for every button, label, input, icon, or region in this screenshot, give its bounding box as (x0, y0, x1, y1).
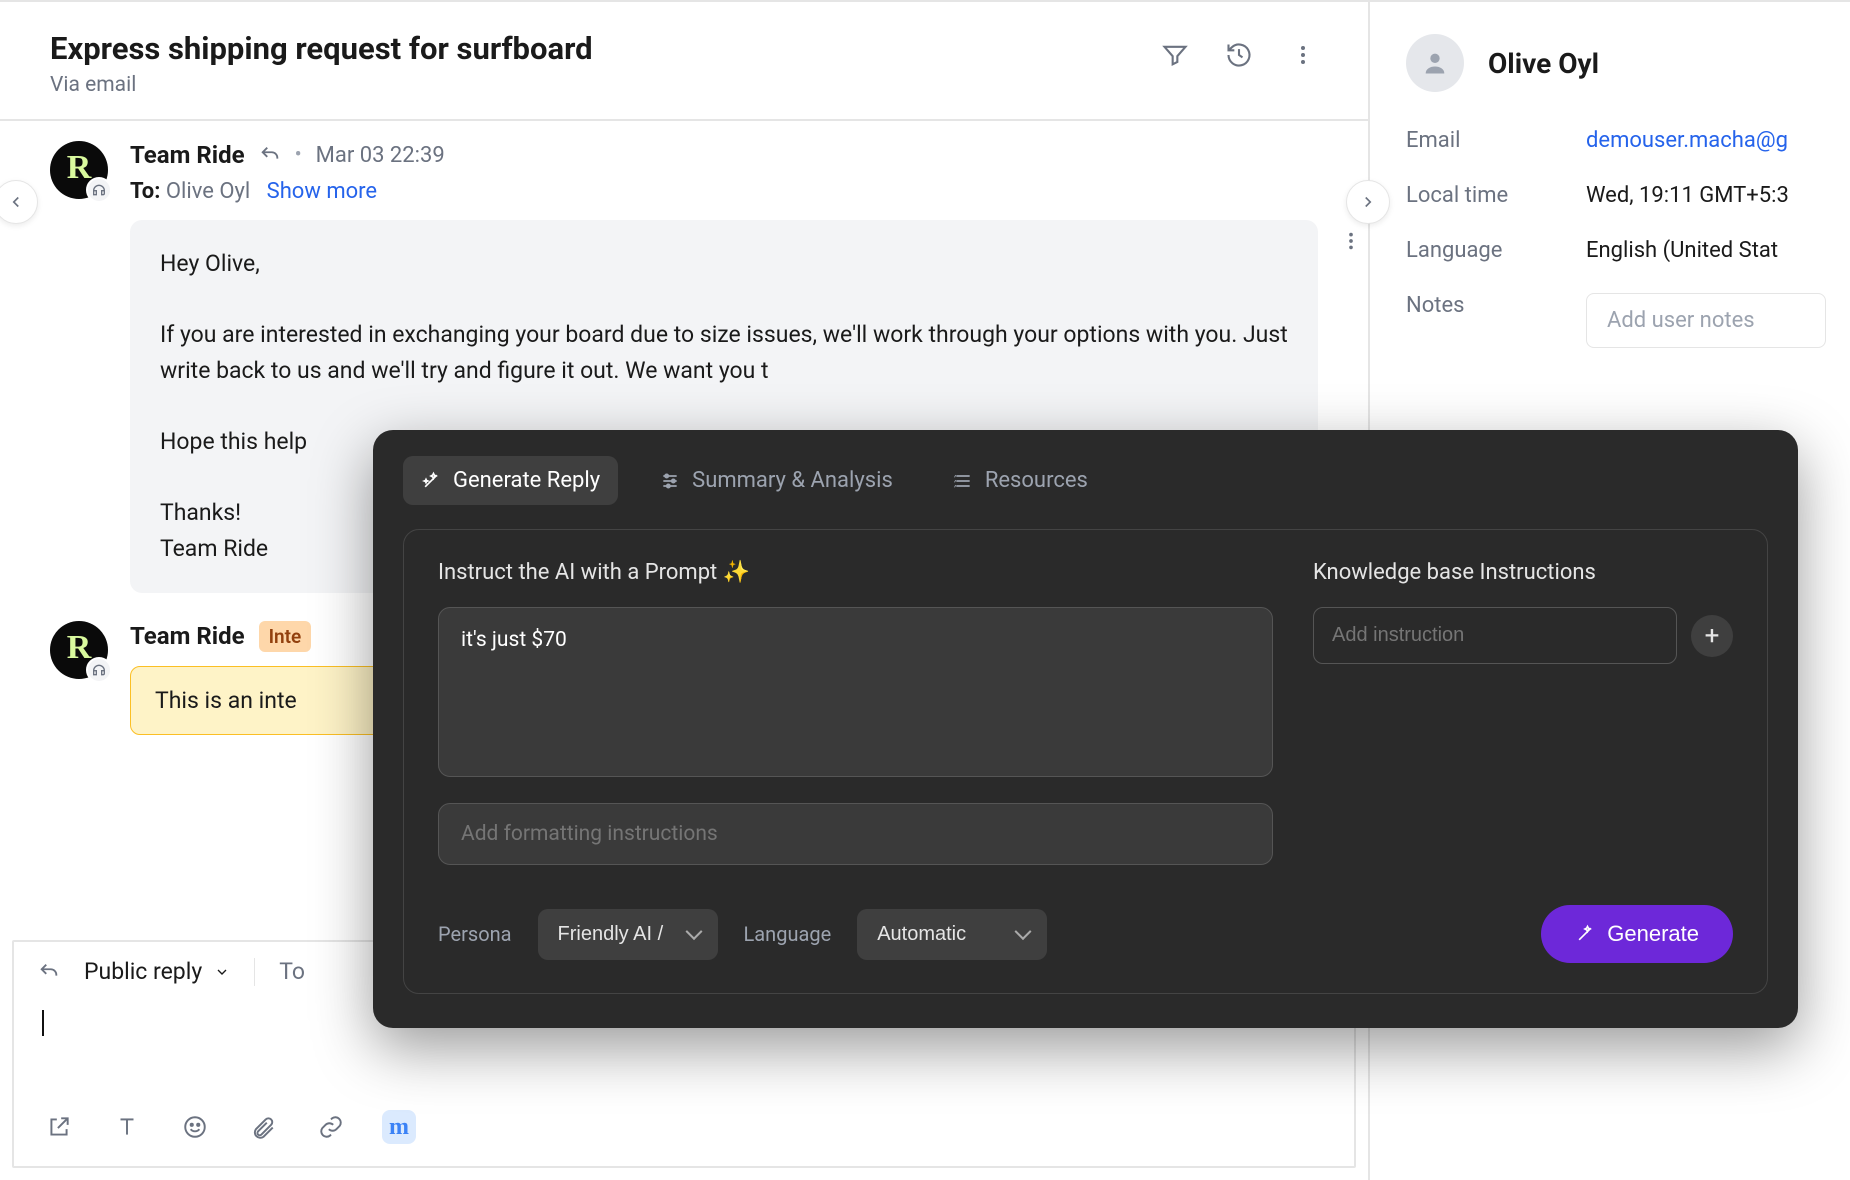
prompt-input[interactable]: it's just $70 (438, 607, 1273, 777)
text-format-icon[interactable] (110, 1110, 144, 1144)
tab-generate-reply[interactable]: Generate Reply (403, 456, 618, 505)
localtime-value: Wed, 19:11 GMT+5:3 (1586, 183, 1789, 208)
more-vertical-icon[interactable] (1288, 40, 1318, 70)
wand-icon (421, 471, 441, 491)
conversation-header: Express shipping request for surfboard V… (0, 2, 1368, 121)
headset-icon (86, 657, 112, 683)
tab-label: Resources (985, 468, 1088, 493)
tab-label: Summary & Analysis (692, 468, 893, 493)
history-icon[interactable] (1224, 40, 1254, 70)
separator-dot: • (295, 143, 302, 167)
sliders-icon (660, 471, 680, 491)
avatar-glyph: R (67, 629, 92, 667)
conversation-title: Express shipping request for surfboard (50, 30, 593, 67)
tab-summary-analysis[interactable]: Summary & Analysis (642, 456, 911, 505)
notes-placeholder: Add user notes (1607, 308, 1755, 333)
headset-icon (86, 177, 112, 203)
wand-icon (1575, 924, 1595, 944)
email-value[interactable]: demouser.macha@g (1586, 128, 1788, 153)
external-link-icon[interactable] (42, 1110, 76, 1144)
message-timestamp: Mar 03 22:39 (316, 143, 445, 168)
profile-name: Olive Oyl (1488, 47, 1599, 80)
sender-name: Team Ride (130, 141, 245, 169)
notes-label: Notes (1406, 293, 1566, 318)
to-label: To: (130, 179, 160, 204)
notes-input[interactable]: Add user notes (1586, 293, 1826, 348)
localtime-label: Local time (1406, 183, 1566, 208)
generate-button[interactable]: Generate (1541, 905, 1733, 963)
format-instructions-input[interactable] (438, 803, 1273, 865)
chevron-down-icon (214, 964, 230, 980)
persona-value: Friendly AI / (558, 923, 664, 945)
emoji-icon[interactable] (178, 1110, 212, 1144)
reply-icon (259, 144, 281, 166)
text-caret (42, 1010, 44, 1036)
tab-resources[interactable]: Resources (935, 456, 1106, 505)
link-icon[interactable] (314, 1110, 348, 1144)
show-more-link[interactable]: Show more (267, 179, 377, 204)
ai-panel: Generate Reply Summary & Analysis Resour… (373, 430, 1798, 1028)
language-label: Language (1406, 238, 1566, 263)
ai-language-value: Automatic (877, 923, 966, 945)
ai-assist-icon[interactable]: m (382, 1110, 416, 1144)
next-conversation-button[interactable] (1346, 180, 1390, 224)
kb-instruction-input[interactable] (1313, 607, 1677, 664)
reply-type-select[interactable]: Public reply (84, 958, 230, 985)
divider (254, 958, 255, 986)
composer-to-label: To (279, 958, 305, 985)
avatar: R (50, 621, 108, 679)
sender-name: Team Ride (130, 622, 245, 650)
attach-icon[interactable] (246, 1110, 280, 1144)
conversation-channel: Via email (50, 73, 593, 97)
reply-type-label: Public reply (84, 958, 202, 985)
avatar: R (50, 141, 108, 199)
persona-select[interactable]: Friendly AI / (538, 909, 718, 960)
persona-label: Persona (438, 922, 512, 946)
internal-note-text: This is an inte (155, 687, 297, 714)
generate-label: Generate (1607, 921, 1699, 947)
ai-language-select[interactable]: Automatic (857, 909, 1047, 960)
reply-icon (38, 961, 60, 983)
ai-language-label: Language (744, 922, 832, 946)
prompt-label-text: Instruct the AI with a Prompt ✨ (438, 560, 750, 585)
kb-add-button[interactable]: + (1691, 615, 1733, 657)
profile-avatar (1406, 34, 1464, 92)
to-recipient: Olive Oyl (166, 179, 250, 204)
internal-note-badge: Inte (259, 621, 312, 652)
kb-label: Knowledge base Instructions (1313, 560, 1733, 585)
list-icon (953, 471, 973, 491)
message-more-icon[interactable] (1340, 230, 1362, 252)
language-value: English (United Stat (1586, 238, 1778, 263)
tab-label: Generate Reply (453, 468, 600, 493)
email-label: Email (1406, 128, 1566, 153)
prompt-label: Instruct the AI with a Prompt ✨ (438, 560, 1273, 585)
filter-icon[interactable] (1160, 40, 1190, 70)
